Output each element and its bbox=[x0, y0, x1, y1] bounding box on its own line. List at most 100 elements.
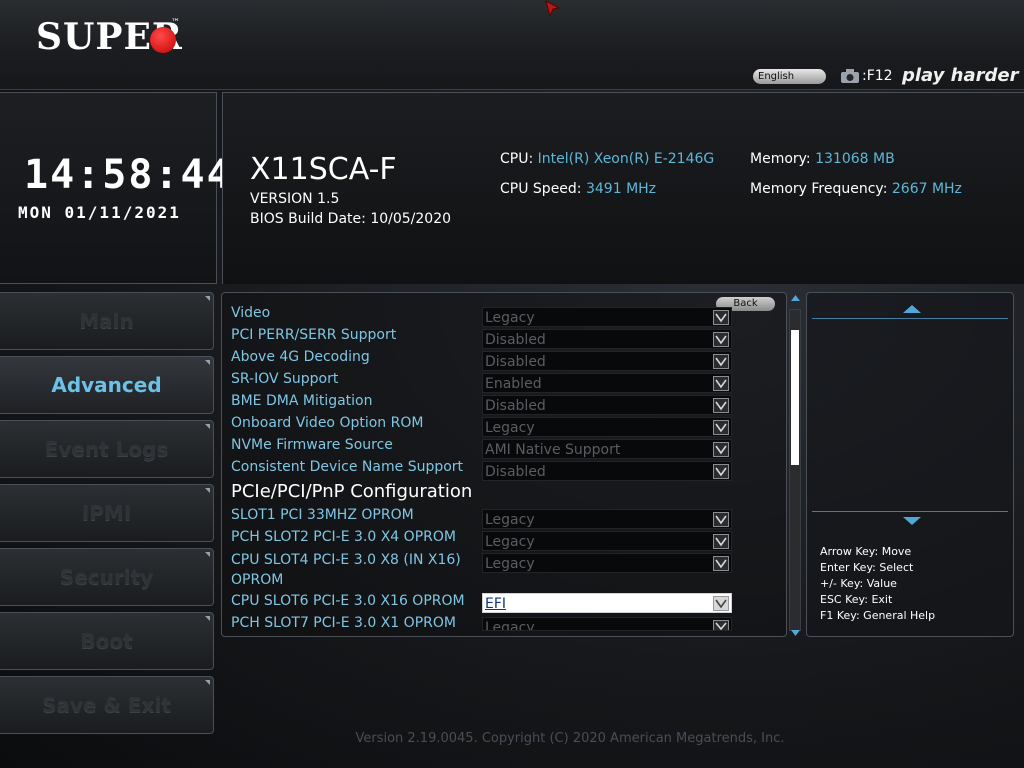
setting-label[interactable]: CPU SLOT4 PCI-E 3.0 X8 (IN X16) OPROM bbox=[231, 550, 476, 590]
setting-dropdown[interactable]: AMI Native Support bbox=[482, 439, 732, 459]
dropdown-arrow-icon[interactable] bbox=[713, 332, 729, 347]
setting-label[interactable]: CPU SLOT6 PCI-E 3.0 X16 OPROM bbox=[231, 593, 465, 609]
dropdown-arrow-icon[interactable] bbox=[713, 398, 729, 413]
dropdown-value: Legacy bbox=[485, 620, 535, 631]
setting-label[interactable]: PCH SLOT7 PCI-E 3.0 X1 OPROM bbox=[231, 615, 456, 631]
help-scroll-up-icon[interactable] bbox=[902, 304, 922, 314]
menu-corner-mark bbox=[205, 680, 210, 685]
dropdown-value: Legacy bbox=[485, 534, 535, 550]
section-heading: PCIe/PCI/PnP Configuration bbox=[231, 481, 473, 502]
dropdown-arrow-icon[interactable] bbox=[713, 596, 729, 611]
dropdown-value: Disabled bbox=[485, 464, 546, 480]
memory-value: 131068 MB bbox=[815, 151, 895, 167]
dropdown-value: Legacy bbox=[485, 556, 535, 572]
setting-dropdown[interactable]: Legacy bbox=[482, 553, 732, 573]
mouse-cursor-icon bbox=[545, 0, 561, 18]
dropdown-value: EFI bbox=[485, 596, 507, 612]
memory-frequency-label: Memory Frequency: bbox=[750, 181, 888, 197]
setting-dropdown[interactable]: Enabled bbox=[482, 373, 732, 393]
menu-label: Event Logs bbox=[44, 437, 169, 461]
menu-corner-mark bbox=[205, 360, 210, 365]
setting-label[interactable]: PCI PERR/SERR Support bbox=[231, 327, 396, 343]
menu-label: Advanced bbox=[51, 373, 162, 397]
setting-label[interactable]: SR-IOV Support bbox=[231, 371, 338, 387]
menu-corner-mark bbox=[205, 552, 210, 557]
setting-label[interactable]: NVMe Firmware Source bbox=[231, 437, 393, 453]
dropdown-arrow-icon[interactable] bbox=[713, 512, 729, 527]
setting-dropdown[interactable]: Legacy bbox=[482, 617, 732, 631]
cpu-label: CPU: bbox=[500, 151, 534, 167]
menu-boot[interactable]: Boot bbox=[0, 612, 214, 670]
menu-label: IPMI bbox=[81, 501, 132, 525]
memory-frequency-value: 2667 MHz bbox=[891, 181, 962, 197]
cpu-speed-value: 3491 MHz bbox=[585, 181, 657, 197]
setting-dropdown[interactable]: Disabled bbox=[482, 395, 732, 415]
setting-dropdown[interactable]: Disabled bbox=[482, 351, 732, 371]
help-line: Enter Key: Select bbox=[820, 561, 914, 574]
menu-save-exit[interactable]: Save & Exit bbox=[0, 676, 214, 734]
dropdown-arrow-icon[interactable] bbox=[713, 376, 729, 391]
setting-label[interactable]: PCH SLOT2 PCI-E 3.0 X4 OPROM bbox=[231, 529, 456, 545]
setting-dropdown-selected[interactable]: EFI bbox=[482, 593, 732, 613]
dropdown-value: Disabled bbox=[485, 332, 546, 348]
bios-version: VERSION 1.5 bbox=[250, 191, 340, 207]
menu-label: Main bbox=[79, 309, 134, 333]
copyright-footer: Version 2.19.0045. Copyright (C) 2020 Am… bbox=[355, 731, 785, 746]
dropdown-arrow-icon[interactable] bbox=[713, 556, 729, 571]
menu-ipmi[interactable]: IPMI bbox=[0, 484, 214, 542]
dropdown-value: AMI Native Support bbox=[485, 442, 621, 458]
help-line: ESC Key: Exit bbox=[820, 593, 893, 606]
scrollbar-thumb[interactable] bbox=[791, 330, 799, 465]
dropdown-arrow-icon[interactable] bbox=[713, 620, 729, 630]
setting-label[interactable]: SLOT1 PCI 33MHZ OPROM bbox=[231, 507, 414, 523]
help-line: F1 Key: General Help bbox=[820, 609, 936, 622]
dropdown-arrow-icon[interactable] bbox=[713, 534, 729, 549]
menu-corner-mark bbox=[205, 488, 210, 493]
setting-dropdown[interactable]: Legacy bbox=[482, 307, 732, 327]
menu-corner-mark bbox=[205, 296, 210, 301]
scroll-down-icon[interactable] bbox=[790, 629, 801, 637]
logo-trademark: ™ bbox=[171, 18, 180, 28]
camera-icon[interactable] bbox=[840, 68, 860, 84]
dropdown-arrow-icon[interactable] bbox=[713, 310, 729, 325]
scroll-up-icon[interactable] bbox=[790, 294, 801, 302]
setting-label[interactable]: Above 4G Decoding bbox=[231, 349, 370, 365]
setting-label[interactable]: Video bbox=[231, 305, 270, 321]
cpu-value: Intel(R) Xeon(R) E-2146G bbox=[537, 151, 715, 167]
memory-info: Memory: 131068 MB bbox=[750, 151, 895, 167]
menu-security[interactable]: Security bbox=[0, 548, 214, 606]
bios-build-date: BIOS Build Date: 10/05/2020 bbox=[250, 211, 452, 227]
menu-label: Save & Exit bbox=[42, 693, 171, 717]
menu-label: Boot bbox=[80, 629, 133, 653]
dropdown-value: Legacy bbox=[485, 420, 535, 436]
menu-advanced[interactable]: Advanced bbox=[0, 356, 214, 414]
menu-corner-mark bbox=[205, 616, 210, 621]
dropdown-value: Legacy bbox=[485, 512, 535, 528]
setting-label[interactable]: Consistent Device Name Support bbox=[231, 459, 463, 475]
dropdown-arrow-icon[interactable] bbox=[713, 442, 729, 457]
help-divider bbox=[812, 511, 1008, 512]
board-model: X11SCA-F bbox=[250, 152, 397, 187]
clock-time: 14:58:44 bbox=[24, 152, 233, 198]
memory-label: Memory: bbox=[750, 151, 811, 167]
setting-dropdown[interactable]: Legacy bbox=[482, 417, 732, 437]
dropdown-arrow-icon[interactable] bbox=[713, 420, 729, 435]
dropdown-arrow-icon[interactable] bbox=[713, 464, 729, 479]
menu-corner-mark bbox=[205, 424, 210, 429]
setting-dropdown[interactable]: Legacy bbox=[482, 531, 732, 551]
cpu-speed-info: CPU Speed: 3491 MHz bbox=[500, 181, 656, 197]
help-scroll-down-icon[interactable] bbox=[902, 516, 922, 526]
setting-label[interactable]: Onboard Video Option ROM bbox=[231, 415, 423, 431]
setting-label[interactable]: BME DMA Mitigation bbox=[231, 393, 373, 409]
menu-label: Security bbox=[59, 565, 154, 589]
dropdown-value: Legacy bbox=[485, 310, 535, 326]
language-select[interactable]: English bbox=[753, 69, 826, 84]
dropdown-value: Disabled bbox=[485, 354, 546, 370]
setting-dropdown[interactable]: Disabled bbox=[482, 461, 732, 481]
menu-main[interactable]: Main bbox=[0, 292, 214, 350]
dropdown-arrow-icon[interactable] bbox=[713, 354, 729, 369]
setting-dropdown[interactable]: Disabled bbox=[482, 329, 732, 349]
menu-event-logs[interactable]: Event Logs bbox=[0, 420, 214, 478]
help-divider bbox=[812, 318, 1008, 319]
setting-dropdown[interactable]: Legacy bbox=[482, 509, 732, 529]
